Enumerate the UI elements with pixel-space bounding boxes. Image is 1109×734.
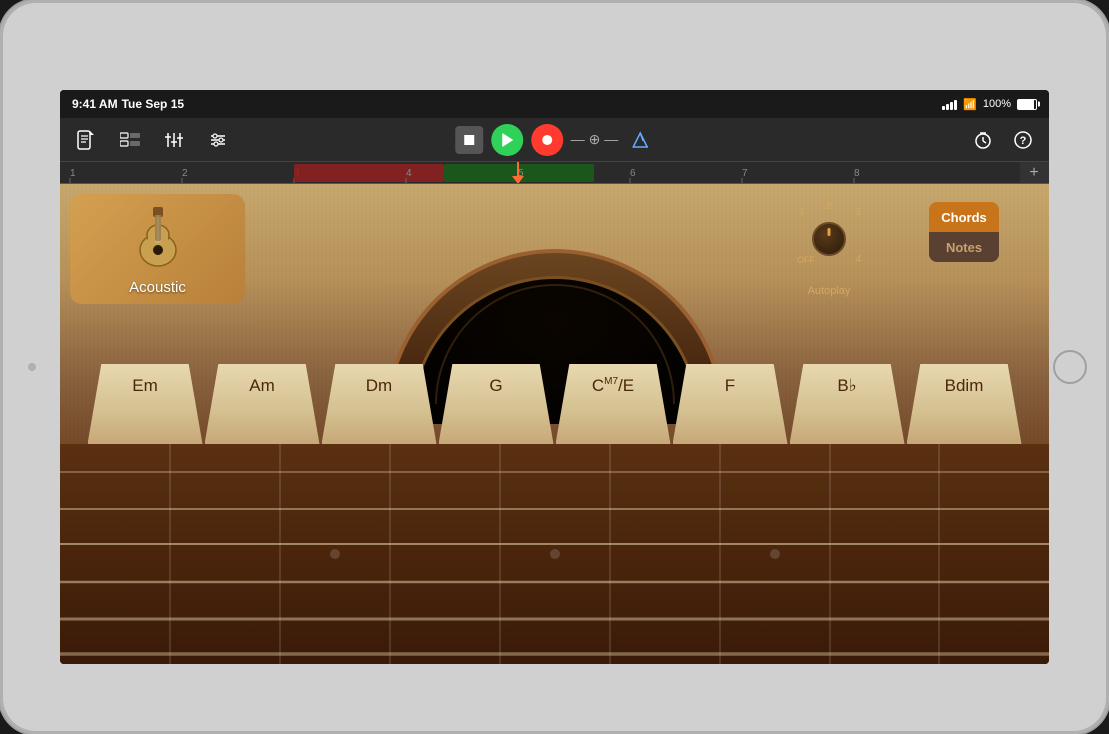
timer-button[interactable] bbox=[969, 126, 997, 154]
guitar-icon bbox=[123, 203, 193, 273]
transport-controls: — ⊕ — bbox=[455, 124, 655, 156]
status-time: 9:41 AM bbox=[72, 97, 118, 111]
timeline-ruler: 1 2 3 4 5 bbox=[60, 162, 1049, 184]
toolbar-right: ? bbox=[969, 126, 1037, 154]
svg-text:1: 1 bbox=[70, 168, 76, 179]
autoplay-label-3: 3 bbox=[855, 207, 861, 218]
settings-icon[interactable] bbox=[204, 126, 232, 154]
chord-button-bb[interactable]: B♭ bbox=[790, 364, 905, 444]
chord-notes-toggle: Chords Notes bbox=[929, 202, 999, 262]
toolbar-left bbox=[72, 126, 232, 154]
chord-button-g[interactable]: G bbox=[439, 364, 554, 444]
home-button[interactable] bbox=[1053, 350, 1087, 384]
svg-text:6: 6 bbox=[630, 168, 636, 179]
instrument-name: Acoustic bbox=[129, 279, 186, 296]
chord-button-bdim[interactable]: Bdim bbox=[907, 364, 1022, 444]
wifi-icon: 📶 bbox=[963, 98, 977, 111]
notes-button[interactable]: Notes bbox=[929, 232, 999, 262]
autoplay-knob-container: 1 2 3 4 OFF bbox=[789, 199, 869, 279]
svg-text:7: 7 bbox=[742, 168, 748, 179]
front-camera bbox=[28, 363, 36, 371]
ipad-frame: 9:41 AM Tue Sep 15 📶 100% bbox=[0, 0, 1109, 734]
svg-text:8: 8 bbox=[854, 168, 860, 179]
battery-fill bbox=[1018, 100, 1034, 109]
metronome-icon[interactable] bbox=[626, 126, 654, 154]
song-icon[interactable] bbox=[72, 126, 100, 154]
chord-buttons-row: Em Am Dm G CM7/E F B♭ Bdim bbox=[60, 364, 1049, 444]
autoplay-section: 1 2 3 4 OFF Autoplay bbox=[789, 199, 869, 297]
knob-indicator bbox=[828, 228, 831, 236]
status-time-date: 9:41 AM Tue Sep 15 bbox=[72, 97, 184, 111]
svg-text:2: 2 bbox=[182, 168, 188, 179]
svg-text:4: 4 bbox=[406, 168, 412, 179]
ipad-screen: 9:41 AM Tue Sep 15 📶 100% bbox=[60, 90, 1049, 664]
status-icons: 📶 100% bbox=[942, 98, 1037, 111]
instrument-panel[interactable]: Acoustic bbox=[70, 194, 245, 304]
autoplay-label-off: OFF bbox=[797, 255, 815, 265]
record-button[interactable] bbox=[531, 124, 563, 156]
instrument-area: Acoustic 1 2 3 4 OFF Autoplay bbox=[60, 184, 1049, 664]
tempo-icon: — ⊕ — bbox=[571, 131, 619, 148]
autoplay-label: Autoplay bbox=[808, 285, 851, 297]
help-button[interactable]: ? bbox=[1009, 126, 1037, 154]
mixer-icon[interactable] bbox=[160, 126, 188, 154]
play-button[interactable] bbox=[491, 124, 523, 156]
tempo-control: — ⊕ — bbox=[571, 131, 619, 148]
autoplay-label-4: 4 bbox=[855, 254, 861, 265]
stop-button[interactable] bbox=[455, 126, 483, 154]
status-date: Tue Sep 15 bbox=[122, 97, 184, 111]
chords-button[interactable]: Chords bbox=[929, 202, 999, 232]
autoplay-label-2: 2 bbox=[826, 201, 832, 212]
signal-icon bbox=[942, 98, 957, 110]
chord-button-cm7e[interactable]: CM7/E bbox=[556, 364, 671, 444]
chord-button-am[interactable]: Am bbox=[205, 364, 320, 444]
autoplay-label-1: 1 bbox=[799, 207, 805, 218]
play-icon bbox=[502, 133, 513, 147]
stop-icon bbox=[464, 135, 474, 145]
chord-button-dm[interactable]: Dm bbox=[322, 364, 437, 444]
toolbar: — ⊕ — bbox=[60, 118, 1049, 162]
autoplay-knob[interactable] bbox=[812, 222, 846, 256]
record-icon bbox=[542, 135, 552, 145]
battery-percent: 100% bbox=[983, 98, 1011, 110]
status-bar: 9:41 AM Tue Sep 15 📶 100% bbox=[60, 90, 1049, 118]
chord-button-f[interactable]: F bbox=[673, 364, 788, 444]
chord-button-em[interactable]: Em bbox=[88, 364, 203, 444]
tracks-icon[interactable] bbox=[116, 126, 144, 154]
svg-text:+: + bbox=[1029, 164, 1038, 181]
battery-icon bbox=[1017, 99, 1037, 110]
fretboard[interactable] bbox=[60, 444, 1049, 664]
svg-text:?: ? bbox=[1020, 135, 1027, 147]
